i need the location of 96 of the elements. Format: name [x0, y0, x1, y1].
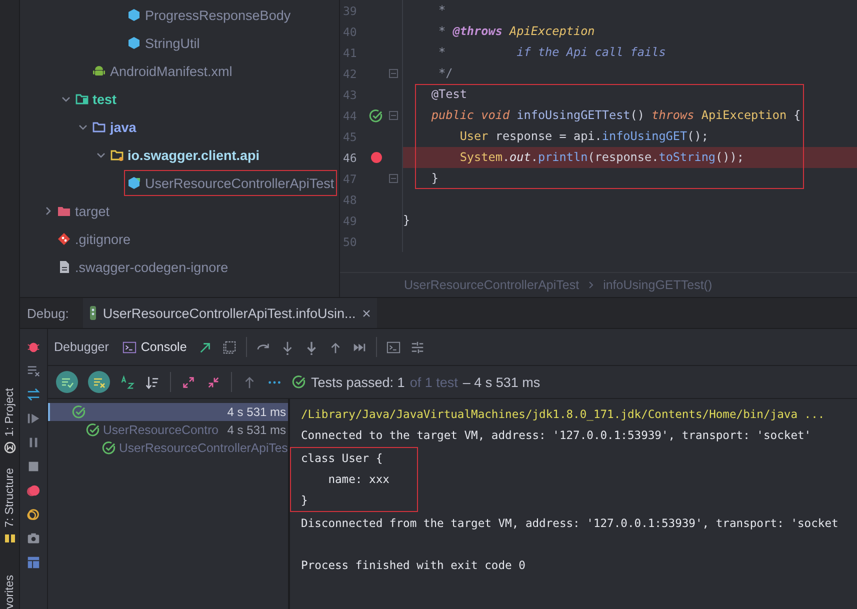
side-tab[interactable]: 7: Structure	[4, 468, 16, 544]
sort-icon[interactable]	[120, 374, 135, 390]
android-icon	[92, 64, 106, 78]
code-line: @Test	[430, 86, 468, 103]
test-name: UserResourceControllerApiTes	[119, 441, 288, 455]
tests-summary: Tests passed: 1	[311, 374, 405, 390]
close-icon[interactable]	[362, 308, 371, 318]
test-run-icon	[88, 306, 97, 320]
show-passed-button[interactable]	[56, 371, 78, 393]
console-line: Disconnected from the target VM, address: '127.0.0.1:53939', transport: 'socket	[301, 516, 838, 532]
package-folder-icon	[110, 148, 124, 162]
console-line: /Library/Java/JavaVirtualMachines/jdk1.8.0_171.jdk/Contents/Home/bin/java ...	[301, 407, 825, 423]
debug-tab[interactable]: Console	[120, 338, 189, 356]
side-tab[interactable]: 1: Project	[4, 388, 16, 454]
layout-icon[interactable]	[26, 555, 41, 570]
code-line: * @throws ApiException	[438, 23, 596, 40]
structure-icon	[4, 532, 16, 544]
tree-item[interactable]: StringUtil	[124, 30, 203, 56]
tree-item[interactable]: UserResourceControllerApiTest	[124, 170, 338, 196]
resume-icon[interactable]	[26, 411, 41, 426]
code-line: * if the Api call fails	[438, 44, 667, 61]
debug-session-tab[interactable]: UserResourceControllerApiTest.infoUsin...	[82, 298, 377, 328]
test-tree-item[interactable]: 4 s 531 ms	[48, 403, 288, 421]
breakpoint-icon[interactable]	[370, 152, 382, 163]
code-line: }	[403, 212, 412, 229]
show-ignored-button[interactable]	[88, 371, 110, 393]
debug-tab[interactable]: Debugger	[52, 338, 111, 356]
console-line: }	[301, 493, 308, 509]
folder-icon	[74, 92, 88, 106]
check-circle-icon	[102, 441, 116, 455]
tests-duration: – 4 s 531 ms	[462, 374, 540, 390]
camera-icon[interactable]	[26, 531, 41, 546]
check-circle-icon	[292, 375, 306, 389]
line-number: 45	[342, 130, 358, 144]
tree-item[interactable]: ProgressResponseBody	[124, 2, 294, 28]
tree-item[interactable]: test	[72, 86, 120, 112]
settings-list-icon[interactable]	[410, 340, 425, 354]
line-number: 41	[342, 46, 358, 60]
line-number: 47	[342, 172, 358, 186]
fold-marker-icon[interactable]	[389, 111, 398, 120]
folder-icon	[92, 120, 106, 134]
code-line: User response = api.infoUsingGET();	[458, 128, 710, 145]
sort-duration-icon[interactable]	[145, 374, 160, 390]
diamond-icon	[57, 232, 71, 246]
terminal-icon[interactable]	[386, 340, 401, 354]
console-line: Connected to the target VM, address: '127.0.0.1:53939', transport: 'socket'	[301, 428, 812, 444]
breakpoints-icon[interactable]	[26, 483, 41, 498]
class-icon	[127, 8, 141, 22]
fold-marker-icon[interactable]	[389, 174, 398, 183]
code-line: }	[430, 170, 440, 187]
fold-marker-icon[interactable]	[389, 69, 398, 78]
tree-item[interactable]: .gitignore	[54, 226, 134, 252]
line-number: 39	[342, 4, 358, 18]
console-line: Process finished with exit code 0	[301, 558, 526, 574]
line-number: 46	[342, 150, 358, 164]
console-line: class User {	[301, 451, 383, 467]
check-circle-icon	[72, 405, 86, 419]
clear-list-icon[interactable]	[26, 363, 41, 378]
code-line: */	[438, 65, 454, 82]
test-class-icon	[127, 176, 141, 190]
folder-icon	[57, 204, 71, 218]
swap-arrows-icon[interactable]	[26, 387, 41, 402]
stop-icon[interactable]	[26, 459, 41, 474]
collapse-icon[interactable]	[206, 374, 221, 390]
expand-icon[interactable]	[181, 374, 196, 390]
class-icon	[127, 36, 141, 50]
console-line: name: xxx	[327, 472, 390, 488]
line-number: 49	[342, 214, 358, 228]
test-tree-item[interactable]: UserResourceControllerApiTes	[48, 439, 288, 457]
line-number: 42	[342, 66, 358, 80]
line-number: 43	[342, 88, 358, 102]
test-duration: 4 s 531 ms	[227, 405, 286, 419]
tests-total: of 1 test	[410, 374, 458, 390]
test-name: UserResourceContro	[103, 423, 218, 437]
test-tree-item[interactable]: UserResourceContro 4 s 531 ms	[48, 421, 288, 439]
tree-item[interactable]: target	[54, 198, 113, 224]
code-line: *	[438, 2, 447, 19]
chevron-icon	[587, 281, 596, 289]
line-number: 44	[342, 108, 358, 122]
line-number: 48	[342, 192, 358, 206]
debug-label: Debug:	[27, 306, 69, 320]
console-icon	[122, 340, 137, 354]
check-circle-icon	[86, 423, 100, 437]
tree-item[interactable]: .swagger-codegen-ignore	[54, 254, 232, 280]
check-circle-icon[interactable]	[369, 108, 383, 122]
tree-item[interactable]: java	[89, 114, 140, 140]
code-line: public void infoUsingGETTest() throws ApiException {	[430, 107, 802, 124]
test-duration: 4 s 531 ms	[227, 423, 286, 437]
mute-breakpoints-icon[interactable]	[26, 507, 41, 522]
tree-item[interactable]: io.swagger.client.api	[106, 142, 263, 168]
line-number: 50	[342, 234, 358, 248]
tree-item[interactable]: AndroidManifest.xml	[89, 58, 236, 84]
text-file-icon	[57, 260, 71, 274]
side-tab[interactable]: vorites	[4, 575, 16, 609]
line-number: 40	[342, 24, 358, 38]
frame-icon[interactable]	[222, 340, 237, 354]
